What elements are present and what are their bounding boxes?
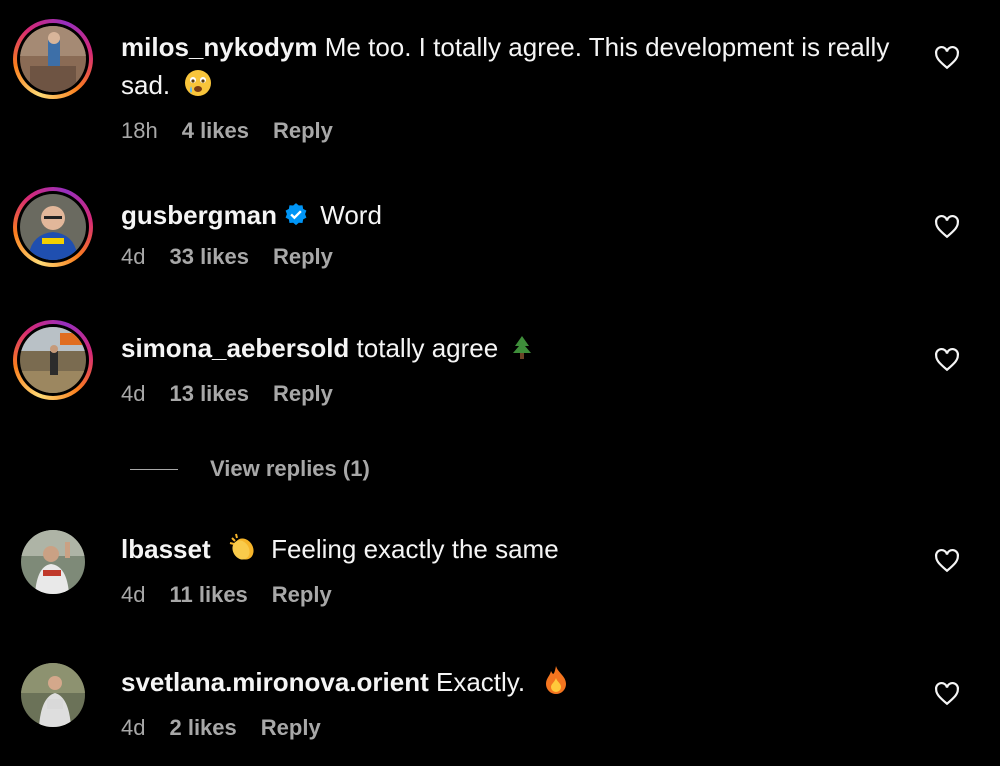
username[interactable]: svetlana.mironova.orient (121, 667, 429, 697)
username[interactable]: lbasset (121, 534, 211, 564)
comment-text: Exactly. (436, 667, 526, 697)
username[interactable]: milos_nykodym (121, 32, 318, 62)
comment-time: 4d (121, 244, 146, 269)
username[interactable]: gusbergman (121, 200, 277, 230)
divider-line (130, 468, 178, 470)
sad-face-emoji-icon (183, 68, 213, 108)
avatar[interactable] (21, 530, 85, 594)
likes-count[interactable]: 13 likes (169, 381, 249, 407)
clapping-hands-emoji-icon (228, 532, 258, 572)
comment-text: totally agree (356, 333, 499, 363)
avatar[interactable] (21, 663, 85, 727)
reply-button[interactable]: Reply (273, 244, 333, 270)
likes-count[interactable]: 4 likes (182, 118, 249, 144)
reply-button[interactable]: Reply (273, 118, 333, 144)
reply-button[interactable]: Reply (273, 381, 333, 407)
likes-count[interactable]: 11 likes (169, 582, 247, 608)
likes-count[interactable]: 2 likes (169, 715, 236, 741)
comment-time: 18h (121, 118, 158, 143)
tree-emoji-icon (511, 333, 533, 371)
heart-icon[interactable] (934, 347, 960, 373)
fire-emoji-icon (544, 665, 568, 705)
avatar[interactable] (13, 187, 93, 267)
likes-count[interactable]: 33 likes (169, 244, 249, 270)
comment-time: 4d (121, 715, 146, 740)
comment-time: 4d (121, 381, 146, 406)
comment-time: 4d (121, 582, 146, 607)
comment-text: Feeling exactly the same (271, 534, 559, 564)
avatar[interactable] (13, 19, 93, 99)
view-replies-button[interactable]: View replies (1) (130, 456, 370, 482)
verified-badge-icon (283, 200, 309, 226)
reply-button[interactable]: Reply (272, 582, 332, 608)
comment-text: Word (320, 200, 382, 230)
heart-icon[interactable] (934, 45, 960, 71)
username[interactable]: simona_aebersold (121, 333, 349, 363)
view-replies-label: View replies (1) (210, 456, 370, 481)
heart-icon[interactable] (934, 681, 960, 707)
heart-icon[interactable] (934, 214, 960, 240)
avatar[interactable] (13, 320, 93, 400)
heart-icon[interactable] (934, 548, 960, 574)
reply-button[interactable]: Reply (261, 715, 321, 741)
